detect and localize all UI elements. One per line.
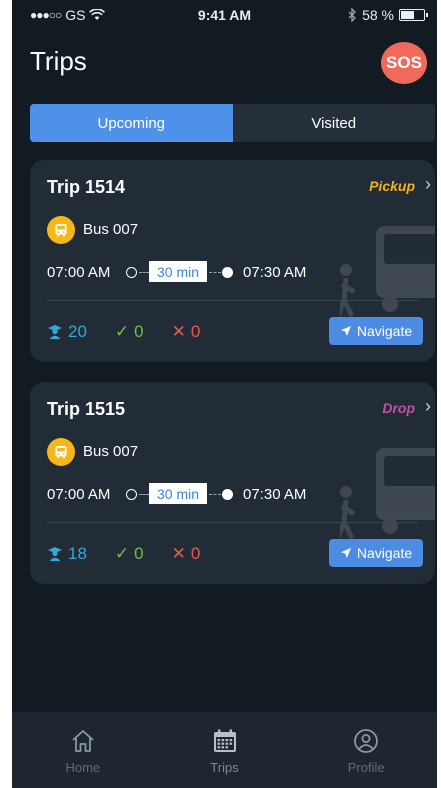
cross-icon: ✕ <box>171 544 186 563</box>
bus-icon <box>47 216 75 244</box>
trip-card[interactable]: Trip 1515 Drop › Bus 007 07:00 AM 30 min… <box>30 382 435 584</box>
card-divider <box>47 300 418 301</box>
nav-trips-label: Trips <box>210 760 239 775</box>
end-node-icon <box>222 489 233 500</box>
navigation-arrow-icon <box>340 326 351 336</box>
students-count: 18 <box>47 544 87 564</box>
status-right: 58 % <box>348 7 428 23</box>
nav-home[interactable]: Home <box>12 712 154 788</box>
bus-name: Bus 007 <box>83 443 139 460</box>
timeline-dash <box>139 272 149 273</box>
sos-button[interactable]: SOS <box>381 42 427 84</box>
status-bar: ●●●○○ GS 9:41 AM 58 % <box>12 0 437 30</box>
trip-tabs: Upcoming Visited <box>30 104 435 142</box>
nav-trips[interactable]: Trips <box>154 712 296 788</box>
absent-count: ✕ 0 <box>172 544 201 564</box>
trip-timeline: 07:00 AM 30 min 07:30 AM <box>47 482 435 506</box>
battery-percent: 58 % <box>362 7 394 23</box>
bluetooth-icon <box>348 8 356 22</box>
start-node-icon <box>126 489 137 500</box>
profile-icon <box>354 729 379 753</box>
trip-title: Trip 1515 <box>47 399 126 419</box>
nav-profile-label: Profile <box>347 760 385 775</box>
app-screen: ●●●○○ GS 9:41 AM 58 % Trips SOS Upcoming… <box>12 0 437 788</box>
end-time: 07:30 AM <box>243 486 307 503</box>
present-count: ✓ 0 <box>115 322 144 342</box>
tab-upcoming[interactable]: Upcoming <box>30 104 233 142</box>
present-value: 0 <box>134 322 144 341</box>
trip-stats: 20 ✓ 0 ✕ 0 <box>47 320 228 344</box>
nav-profile[interactable]: Profile <box>295 712 437 788</box>
chevron-right-icon[interactable]: › <box>425 396 431 417</box>
students-value: 18 <box>68 544 87 563</box>
bus-icon <box>47 438 75 466</box>
present-count: ✓ 0 <box>115 544 144 564</box>
calendar-icon <box>213 729 236 752</box>
duration-badge: 30 min <box>149 483 207 504</box>
bottom-nav: Home Trips Profile <box>12 712 437 788</box>
students-count: 20 <box>47 322 87 342</box>
absent-count: ✕ 0 <box>172 322 201 342</box>
card-divider <box>47 522 418 523</box>
end-time: 07:30 AM <box>243 264 307 281</box>
check-icon: ✓ <box>114 322 130 341</box>
navigate-label: Navigate <box>356 545 413 561</box>
trip-stats: 18 ✓ 0 ✕ 0 <box>47 542 228 566</box>
nav-home-label: Home <box>65 760 101 775</box>
tab-visited[interactable]: Visited <box>233 104 436 142</box>
cross-icon: ✕ <box>171 322 186 341</box>
duration-badge: 30 min <box>149 261 207 282</box>
absent-value: 0 <box>190 322 201 341</box>
trip-type-label: Drop <box>382 400 415 416</box>
timeline-dash <box>209 272 221 273</box>
navigate-label: Navigate <box>356 323 413 339</box>
trip-title: Trip 1514 <box>47 177 126 197</box>
navigation-arrow-icon <box>340 548 351 558</box>
end-node-icon <box>222 267 233 278</box>
start-time: 07:00 AM <box>47 264 111 281</box>
trip-card[interactable]: Trip 1514 Pickup › Bus 007 07:00 AM 30 m… <box>30 160 435 362</box>
student-icon <box>48 325 62 339</box>
absent-value: 0 <box>190 544 201 563</box>
check-icon: ✓ <box>114 544 130 563</box>
student-icon <box>48 547 62 561</box>
page-title: Trips <box>30 46 87 76</box>
bus-name: Bus 007 <box>83 221 139 238</box>
home-icon <box>72 730 94 752</box>
start-time: 07:00 AM <box>47 486 111 503</box>
present-value: 0 <box>134 544 144 563</box>
battery-icon <box>399 9 428 21</box>
timeline-dash <box>139 494 149 495</box>
chevron-right-icon[interactable]: › <box>425 174 431 195</box>
navigate-button[interactable]: Navigate <box>329 317 423 345</box>
trip-timeline: 07:00 AM 30 min 07:30 AM <box>47 260 435 284</box>
timeline-dash <box>209 494 221 495</box>
navigate-button[interactable]: Navigate <box>329 539 423 567</box>
trip-type-label: Pickup <box>369 178 415 194</box>
start-node-icon <box>126 267 137 278</box>
students-value: 20 <box>68 322 87 341</box>
